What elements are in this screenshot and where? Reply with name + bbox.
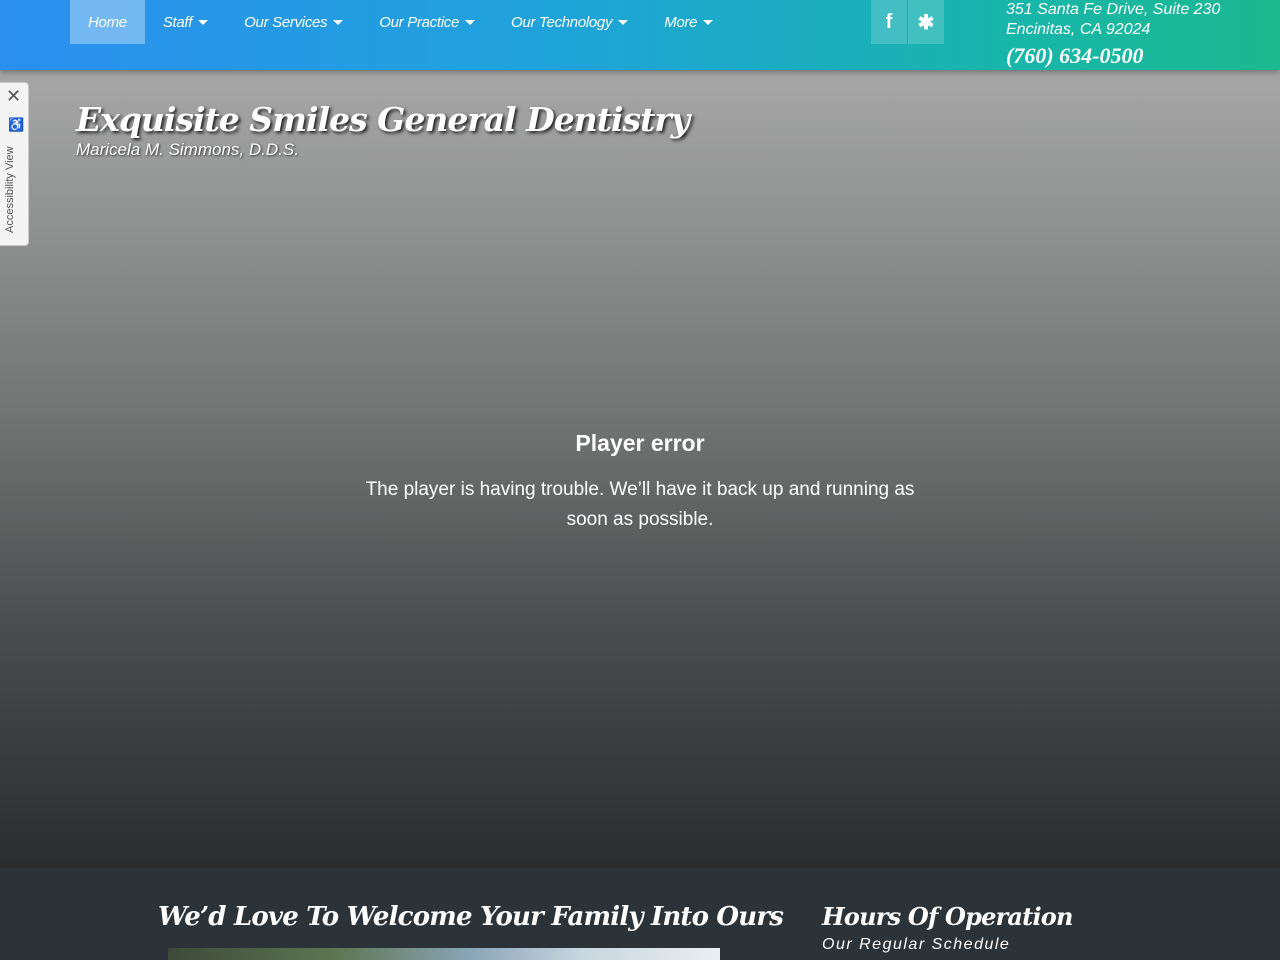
contact-info: 351 Santa Fe Drive, Suite 230 Encinitas,… xyxy=(1006,0,1220,69)
site-subtitle: Maricela M. Simmons, D.D.S. xyxy=(76,140,299,159)
yelp-icon[interactable]: ✱ xyxy=(908,0,944,44)
social-links: f ✱ xyxy=(871,0,945,44)
hero-video-section: Exquisite Smiles General Dentistry Maric… xyxy=(0,70,1280,868)
welcome-heading: We’d Love To Welcome Your Family Into Ou… xyxy=(158,902,784,932)
player-error-message: The player is having trouble. We’ll have… xyxy=(365,479,915,530)
accessibility-view-tab[interactable]: ✕ ♿ Accessibility View xyxy=(0,82,29,246)
caret-down-icon xyxy=(465,19,476,25)
caret-down-icon xyxy=(703,19,714,25)
nav-staff[interactable]: Staff xyxy=(145,0,226,44)
nav-home-label: Home xyxy=(88,13,127,31)
player-error-title: Player error xyxy=(575,430,705,456)
caret-down-icon xyxy=(333,19,344,25)
caret-down-icon xyxy=(618,19,629,25)
nav-more-label: More xyxy=(664,13,698,31)
accessibility-view-label: Accessibility View xyxy=(4,146,16,233)
nav-our-technology[interactable]: Our Technology xyxy=(493,0,646,44)
nav-our-services[interactable]: Our Services xyxy=(226,0,361,44)
address-line-1: 351 Santa Fe Drive, Suite 230 xyxy=(1006,1,1221,18)
office-photo xyxy=(168,948,720,960)
hours-heading: Hours Of Operation xyxy=(822,902,1073,931)
facebook-icon[interactable]: f xyxy=(871,0,907,44)
nav-more[interactable]: More xyxy=(646,0,731,44)
nav-our-services-label: Our Services xyxy=(244,13,328,31)
nav-staff-label: Staff xyxy=(162,13,193,31)
top-navigation-bar: Home Staff Our Services Our Practice Our… xyxy=(0,0,1280,70)
phone-number[interactable]: (760) 634-0500 xyxy=(1006,43,1220,69)
nav-our-practice[interactable]: Our Practice xyxy=(361,0,493,44)
caret-down-icon xyxy=(198,19,209,25)
close-icon[interactable]: ✕ xyxy=(6,86,21,107)
hours-subheading: Our Regular Schedule xyxy=(822,936,1011,953)
main-nav: Home Staff Our Services Our Practice Our… xyxy=(70,0,731,44)
address-line-2: Encinitas, CA 92024 xyxy=(1006,21,1151,38)
site-title[interactable]: Exquisite Smiles General Dentistry xyxy=(76,100,690,139)
nav-home[interactable]: Home xyxy=(70,0,145,44)
video-player-error: Player error The player is having troubl… xyxy=(340,430,940,535)
nav-our-technology-label: Our Technology xyxy=(511,13,613,31)
nav-our-practice-label: Our Practice xyxy=(379,13,460,31)
accessibility-icon: ♿ xyxy=(8,117,25,132)
welcome-section: We’d Love To Welcome Your Family Into Ou… xyxy=(0,868,1280,960)
